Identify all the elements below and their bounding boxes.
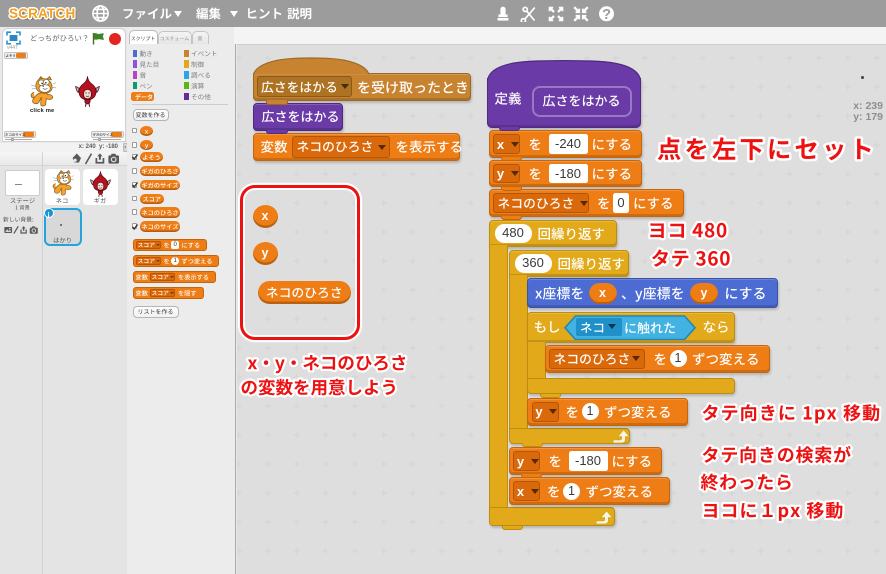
svg-text:?: ? — [602, 7, 611, 22]
